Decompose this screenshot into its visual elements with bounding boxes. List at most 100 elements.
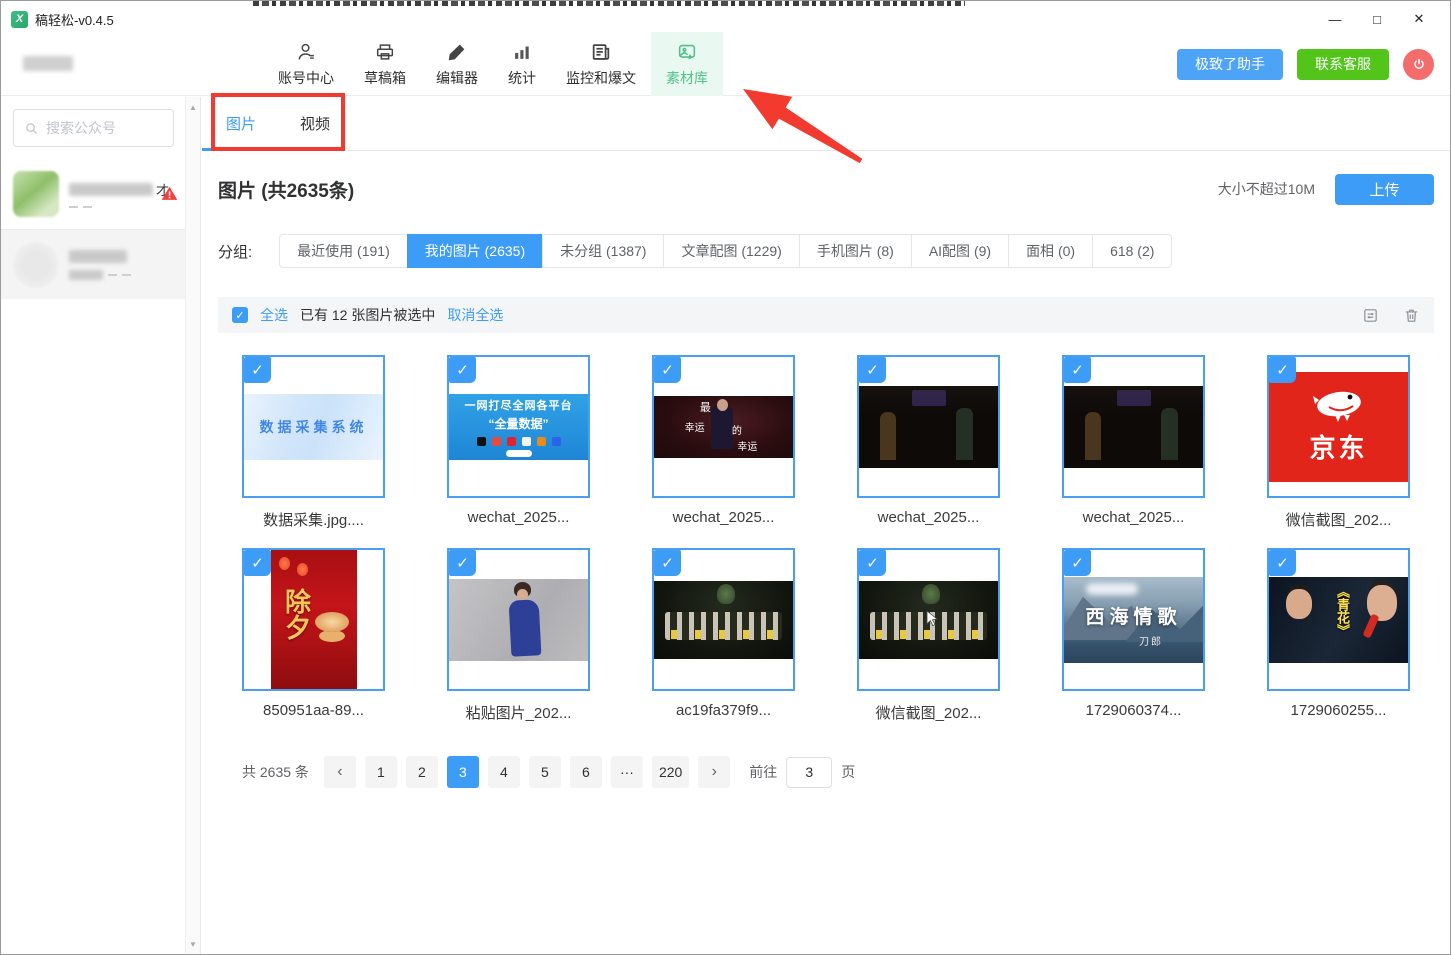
prev-page-button[interactable]: ‹ xyxy=(324,756,356,788)
image-thumbnail xyxy=(654,581,793,659)
account-list-item[interactable] xyxy=(1,229,186,299)
image-caption: 微信截图_202... xyxy=(876,702,982,723)
thumbnail-checkbox[interactable]: ✓ xyxy=(1064,550,1091,576)
power-button[interactable] xyxy=(1403,49,1434,80)
maximize-button[interactable]: □ xyxy=(1356,7,1398,31)
image-thumbnail xyxy=(859,581,998,659)
select-all-link[interactable]: 全选 xyxy=(260,305,288,325)
groups-label: 分组: xyxy=(218,241,252,262)
thumbnail-checkbox[interactable]: ✓ xyxy=(1269,357,1296,383)
tab-videos[interactable]: 视频 xyxy=(300,113,330,134)
selection-bar: ✓ 全选 已有 12 张图片被选中 取消全选 xyxy=(218,297,1434,333)
image-card[interactable]: ✓ xyxy=(857,548,1000,691)
image-card[interactable]: ✓ 《青花》 xyxy=(1267,548,1410,691)
avatar xyxy=(13,242,59,288)
thumbnail-checkbox[interactable]: ✓ xyxy=(859,550,886,576)
page-button-3[interactable]: 3 xyxy=(447,756,479,788)
scroll-up-icon[interactable]: ▲ xyxy=(186,100,200,114)
nav-account-center[interactable]: 账号中心 xyxy=(263,32,349,96)
goto-page-input[interactable] xyxy=(786,757,832,788)
close-button[interactable]: ✕ xyxy=(1398,7,1440,31)
image-caption: wechat_2025... xyxy=(878,509,980,526)
image-cell: ✓ 西海情歌 刀郎 1729060374... xyxy=(1062,548,1205,723)
trash-icon[interactable] xyxy=(1403,307,1420,324)
nav-monitor[interactable]: 监控和爆文 xyxy=(551,32,651,96)
image-card[interactable]: ✓ 西海情歌 刀郎 xyxy=(1062,548,1205,691)
page-button-220[interactable]: 220 xyxy=(652,756,689,788)
thumbnail-checkbox[interactable]: ✓ xyxy=(654,550,681,576)
move-to-group-icon[interactable] xyxy=(1362,307,1379,324)
page-button-6[interactable]: 6 xyxy=(570,756,602,788)
image-cell: ✓ 京东 微信截图_202... xyxy=(1267,355,1410,530)
image-thumbnail: 《青花》 xyxy=(1269,577,1408,663)
thumbnail-checkbox[interactable]: ✓ xyxy=(1064,357,1091,383)
group-phone-images[interactable]: 手机图片 (8) xyxy=(799,234,912,268)
sidebar: 才 ▲ ▼ xyxy=(1,97,201,954)
image-card[interactable]: ✓ 最 幸运 的 幸运 xyxy=(652,355,795,498)
group-recent[interactable]: 最近使用 (191) xyxy=(279,234,408,268)
page-ellipsis[interactable]: ··· xyxy=(611,756,643,788)
title-bar: X 稿轻松-v0.4.5 — □ ✕ xyxy=(1,6,1450,32)
thumbnail-checkbox[interactable]: ✓ xyxy=(654,357,681,383)
sidebar-scrollbar[interactable]: ▲ ▼ xyxy=(185,97,200,954)
image-card[interactable]: ✓ 一网打尽全网各平台 “全量数据” xyxy=(447,355,590,498)
image-card[interactable]: ✓ xyxy=(447,548,590,691)
support-button[interactable]: 联系客服 xyxy=(1297,49,1389,80)
thumbnail-checkbox[interactable]: ✓ xyxy=(244,357,271,383)
assistant-button[interactable]: 极致了助手 xyxy=(1177,49,1283,80)
nav-editor[interactable]: 编辑器 xyxy=(421,32,493,96)
thumbnail-checkbox[interactable]: ✓ xyxy=(244,550,271,576)
account-info xyxy=(69,250,156,280)
search-input[interactable] xyxy=(46,120,163,136)
select-all-checkbox[interactable]: ✓ xyxy=(232,307,248,323)
group-ungrouped[interactable]: 未分组 (1387) xyxy=(542,234,664,268)
thumbnail-checkbox[interactable]: ✓ xyxy=(1269,550,1296,576)
thumbnail-checkbox[interactable]: ✓ xyxy=(449,550,476,576)
nav-label: 监控和爆文 xyxy=(566,68,636,88)
group-face[interactable]: 面相 (0) xyxy=(1008,234,1093,268)
jd-dog-logo xyxy=(1309,388,1369,424)
image-caption: 850951aa-89... xyxy=(263,702,364,719)
newspaper-icon xyxy=(590,41,612,63)
nav-drafts[interactable]: 草稿箱 xyxy=(349,32,421,96)
thumbnail-checkbox[interactable]: ✓ xyxy=(449,357,476,383)
image-caption: wechat_2025... xyxy=(468,509,570,526)
minimize-button[interactable]: — xyxy=(1314,7,1356,31)
main-panel: 图片 视频 图片 (共2635条) 大小不超过10M 上传 分组: 最近使用 (… xyxy=(202,97,1450,954)
image-thumbnail xyxy=(449,579,588,661)
image-card[interactable]: ✓ xyxy=(857,355,1000,498)
page-button-1[interactable]: 1 xyxy=(365,756,397,788)
nav-stats[interactable]: 统计 xyxy=(493,32,551,96)
blurred-username xyxy=(23,56,73,71)
group-article-images[interactable]: 文章配图 (1229) xyxy=(663,234,799,268)
group-ai-images[interactable]: AI配图 (9) xyxy=(911,234,1009,268)
page-button-5[interactable]: 5 xyxy=(529,756,561,788)
group-618[interactable]: 618 (2) xyxy=(1092,234,1172,268)
nav-material-library[interactable]: 素材库 xyxy=(651,32,723,96)
media-library-icon xyxy=(676,41,698,63)
group-my-images[interactable]: 我的图片 (2635) xyxy=(407,234,543,268)
image-cell: ✓ 《青花》 1729060255... xyxy=(1267,548,1410,723)
selection-actions xyxy=(1362,307,1420,324)
image-card[interactable]: ✓ 数据采集系统 xyxy=(242,355,385,498)
tab-images[interactable]: 图片 xyxy=(226,113,256,134)
image-card[interactable]: ✓ 除夕 xyxy=(242,548,385,691)
image-card[interactable]: ✓ xyxy=(652,548,795,691)
next-page-button[interactable]: › xyxy=(698,756,730,788)
page-button-4[interactable]: 4 xyxy=(488,756,520,788)
page-button-2[interactable]: 2 xyxy=(406,756,438,788)
window-title: 稿轻松-v0.4.5 xyxy=(35,10,114,29)
nav-label: 统计 xyxy=(508,68,536,88)
search-icon xyxy=(24,121,39,136)
image-thumbnail: 最 幸运 的 幸运 xyxy=(654,396,793,458)
upload-button[interactable]: 上传 xyxy=(1335,174,1434,205)
scroll-down-icon[interactable]: ▼ xyxy=(186,937,200,951)
image-thumbnail: 一网打尽全网各平台 “全量数据” xyxy=(449,394,588,460)
image-thumbnail: 除夕 xyxy=(271,550,357,689)
image-card[interactable]: ✓ 京东 xyxy=(1267,355,1410,498)
image-thumbnail xyxy=(859,386,998,468)
deselect-all-link[interactable]: 取消全选 xyxy=(447,305,503,325)
thumbnail-checkbox[interactable]: ✓ xyxy=(859,357,886,383)
account-list-item[interactable]: 才 xyxy=(1,159,186,229)
image-card[interactable]: ✓ xyxy=(1062,355,1205,498)
